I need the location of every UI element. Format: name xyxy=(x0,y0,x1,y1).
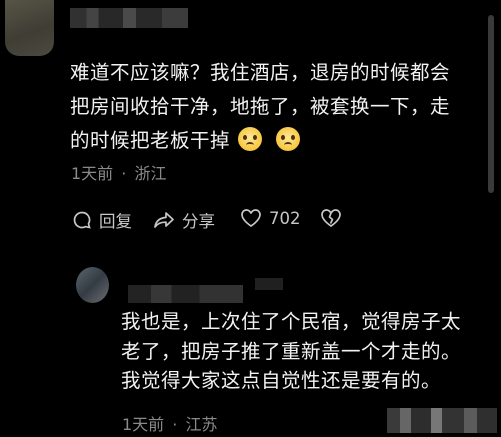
reply-time: 1天前 xyxy=(122,415,165,434)
comment-line-text: 的时候把老板干掉 xyxy=(70,129,231,152)
reply-location: 江苏 xyxy=(185,415,218,434)
meta-separator: · xyxy=(172,415,178,434)
comment-time: 1天前 xyxy=(71,164,114,183)
meta-separator: · xyxy=(121,164,127,183)
reply-label: 回复 xyxy=(99,212,132,231)
reply-line: 我觉得大家这点自觉性还是要有的。 xyxy=(121,369,442,392)
share-label: 分享 xyxy=(182,212,215,231)
username-blurred[interactable] xyxy=(128,285,243,303)
broken-heart-icon xyxy=(321,209,341,227)
crying-face-icon xyxy=(276,127,301,151)
comment-text: 难道不应该嘛？我住酒店，退房的时候都会 把房间收拾干净，地拖了，被套换一下，走 的时… xyxy=(70,56,480,158)
avatar[interactable] xyxy=(76,267,109,303)
like-count: 702 xyxy=(269,208,301,228)
comment-location: 浙江 xyxy=(134,164,167,183)
dislike-button[interactable] xyxy=(320,208,342,228)
comment-line: 难道不应该嘛？我住酒店，退房的时候都会 xyxy=(70,61,451,84)
comment-bubble-icon xyxy=(73,211,91,229)
comment-line: 把房间收拾干净，地拖了，被套换一下，走 xyxy=(70,95,451,118)
watermark-blurred xyxy=(387,408,497,433)
reply-line: 我也是，上次住了个民宿，觉得房子太 xyxy=(121,310,462,333)
reply-target-blurred xyxy=(255,278,283,290)
like-button[interactable]: 702 xyxy=(240,208,301,228)
comment-line: 的时候把老板干掉 xyxy=(70,124,480,158)
reply-meta: 1天前 · 江苏 xyxy=(122,411,217,435)
reply-line: 老了，把房子推了重新盖一个才走的。 xyxy=(121,339,462,363)
reply-button[interactable]: 回复 xyxy=(72,208,132,232)
share-arrow-icon xyxy=(154,212,174,228)
share-button[interactable]: 分享 xyxy=(153,208,215,232)
heart-icon xyxy=(241,209,261,227)
avatar[interactable] xyxy=(5,0,54,56)
username-blurred[interactable] xyxy=(70,8,188,28)
scrollbar[interactable] xyxy=(488,15,494,193)
crying-face-icon xyxy=(238,127,263,151)
comment-meta: 1天前 · 浙江 xyxy=(71,160,166,184)
reply-text: 我也是，上次住了个民宿，觉得房子太 老了，把房子推了重新盖一个才走的。 我觉得大… xyxy=(121,307,491,396)
